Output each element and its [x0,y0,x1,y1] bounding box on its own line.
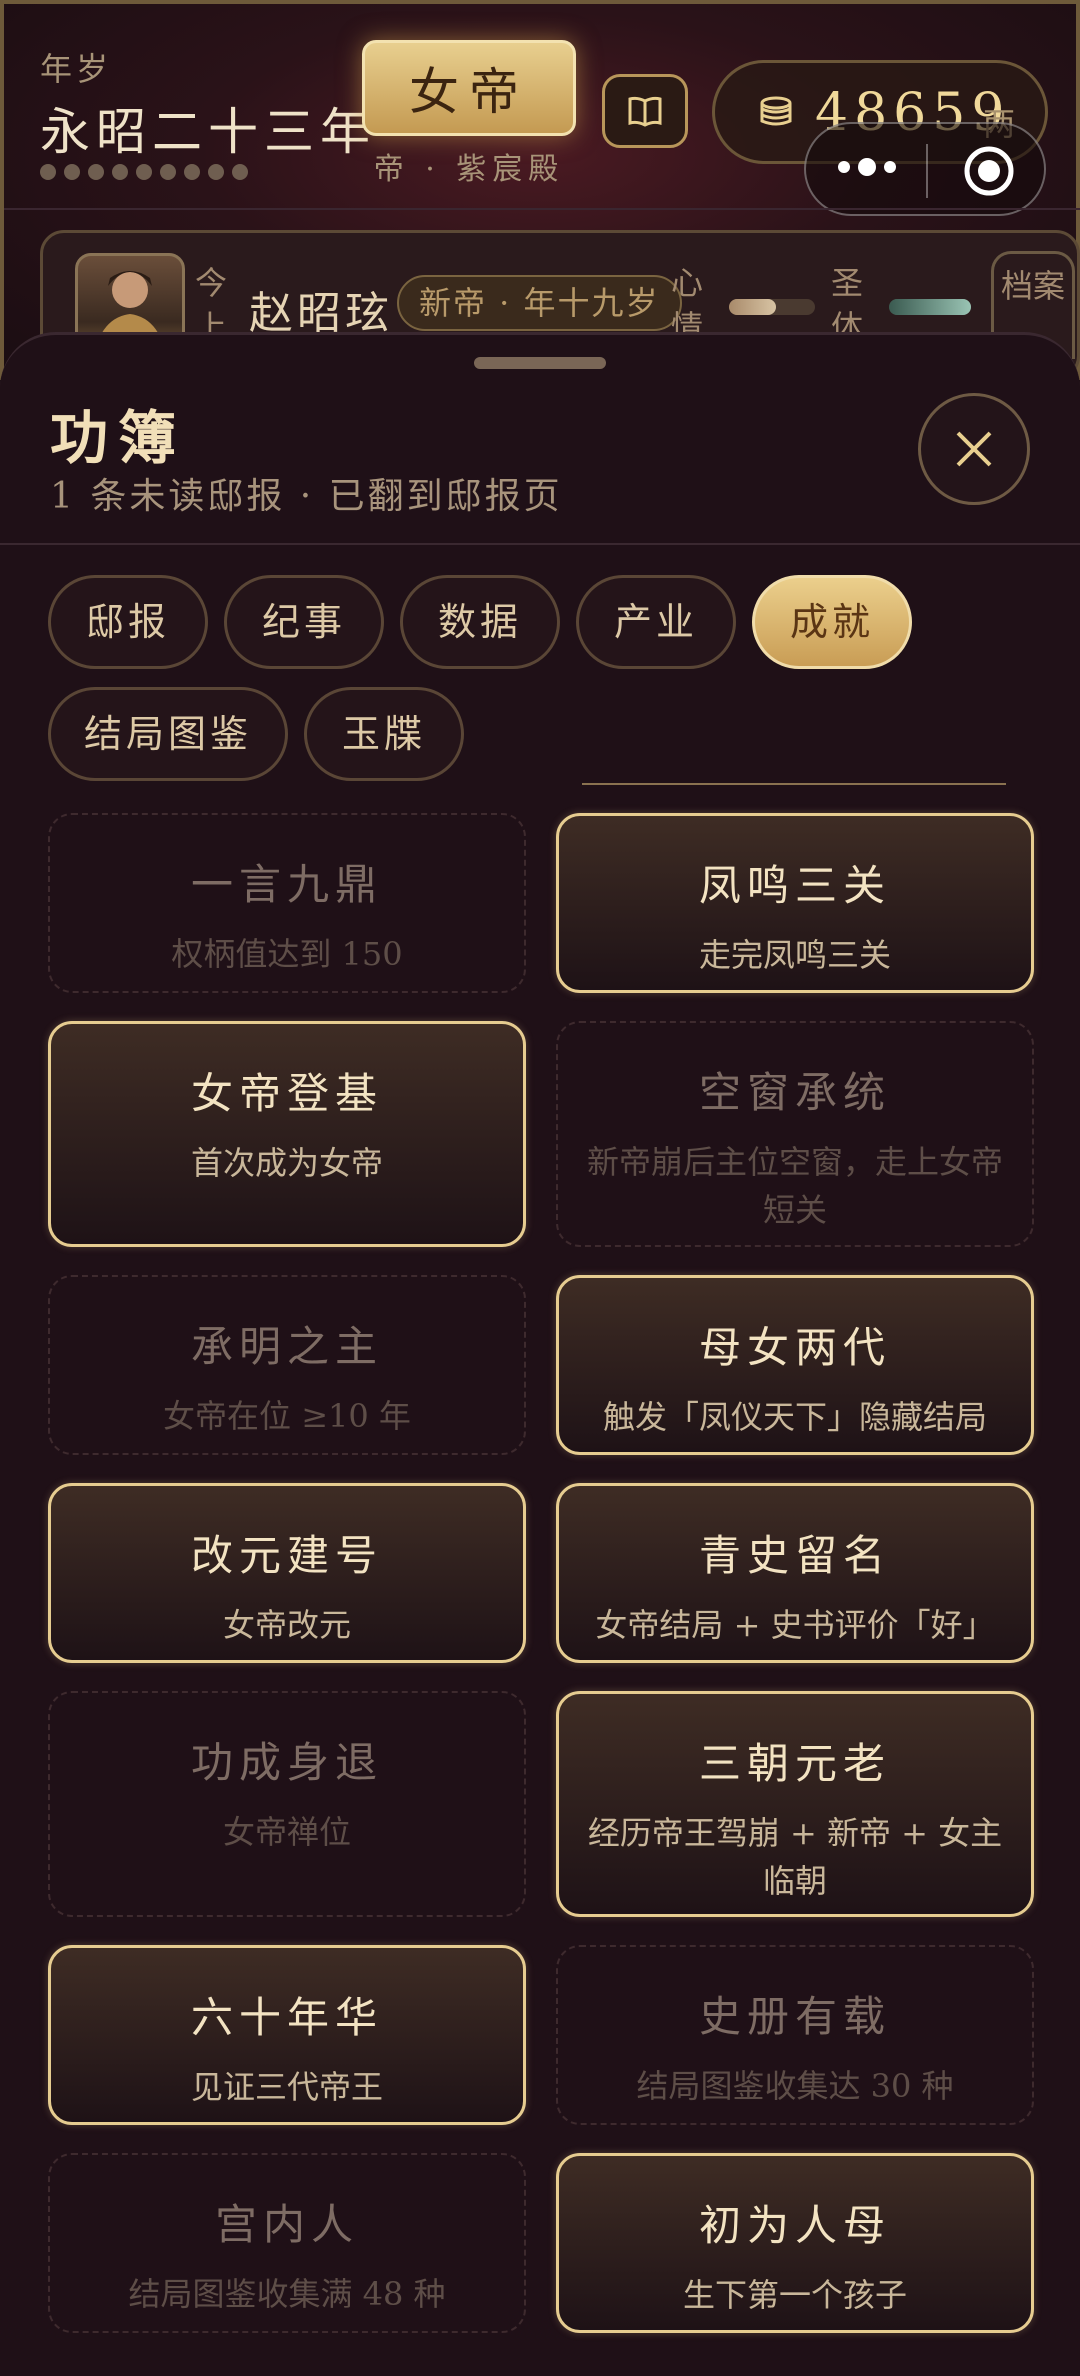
achievement-title: 空窗承统 [698,1068,891,1117]
tab-jishi[interactable]: 纪事 [224,575,384,669]
achievement-title: 史册有载 [698,1992,891,2041]
close-button[interactable] [918,393,1030,505]
health-bar [889,299,971,315]
title-badge[interactable]: 女帝 [362,40,576,136]
achievement-desc: 女帝结局 + 史书评价「好」 [595,1606,995,1644]
health-bar-fill [889,299,971,315]
sheet-subtitle: 1 条未读邸报 · 已翻到邸报页 [50,476,563,517]
tabs-underline [582,783,1006,785]
mood-bar [729,299,815,315]
tab-chengjiu[interactable]: 成就 [752,575,912,669]
miniprogram-capsule [804,122,1046,216]
capsule-divider [926,144,928,198]
tab-shuju[interactable]: 数据 [400,575,560,669]
achievement-card[interactable]: 功成身退 女帝禅位 [48,1691,526,1917]
dot [184,164,200,180]
achievement-card[interactable]: 改元建号 女帝改元 [48,1483,526,1663]
achievement-card[interactable]: 青史留名女帝结局 + 史书评价「好」 [556,1483,1034,1663]
title-subtitle: 帝 · 紫宸殿 [373,152,565,187]
achievement-title: 初为人母 [698,2201,891,2250]
achievement-title: 一言九鼎 [190,860,383,909]
hud-divider [4,208,1080,210]
achievement-card[interactable]: 宫内人结局图鉴收集满 48 种 [48,2153,526,2333]
achievement-card[interactable]: 母女两代触发「凤仪天下」隐藏结局 [556,1275,1034,1455]
achievement-title: 六十年华 [190,1993,383,2042]
coins-icon [760,96,792,126]
achievement-desc: 结局图鉴收集满 48 种 [128,2275,446,2313]
dot [40,164,56,180]
tab-jieju-tujian[interactable]: 结局图鉴 [48,687,288,781]
mood-bar-fill [729,299,777,315]
sheet-divider [0,543,1080,545]
achievement-title: 宫内人 [214,2200,359,2249]
dot [208,164,224,180]
achievement-desc: 触发「凤仪天下」隐藏结局 [602,1398,987,1436]
achievement-title: 功成身退 [190,1738,383,1787]
top-hud: 年岁 永昭二十三年 女帝 帝 · 紫宸殿 48659 两 [0,0,1080,380]
achievement-desc: 经历帝王驾崩 + 新帝 + 女主临朝 [587,1814,1003,1900]
target-icon[interactable] [962,144,1016,198]
achievement-card[interactable]: 女帝登基首次成为女帝 [48,1021,526,1247]
achievement-title: 改元建号 [190,1531,383,1580]
achievement-desc: 新帝崩后主位空窗，走上女帝短关 [586,1143,1003,1229]
achievement-desc: 见证三代帝王 [190,2068,383,2106]
more-icon[interactable] [838,158,896,176]
achievement-card[interactable]: 空窗承统新帝崩后主位空窗，走上女帝短关 [556,1021,1034,1247]
achievement-desc: 女帝改元 [222,1606,351,1644]
achievement-card[interactable]: 初为人母生下第一个孩子 [556,2153,1034,2333]
dot [136,164,152,180]
dot [232,164,248,180]
achievement-desc: 权柄值达到 150 [171,935,403,973]
achievement-title: 三朝元老 [698,1739,891,1788]
achievement-desc: 女帝在位 ≥10 年 [163,1397,411,1435]
achievement-card[interactable]: 承明之主女帝在位 ≥10 年 [48,1275,526,1455]
progress-dots [40,164,248,180]
achievement-card[interactable]: 一言九鼎权柄值达到 150 [48,813,526,993]
dot [64,164,80,180]
book-icon [628,96,662,127]
tab-chanye[interactable]: 产业 [576,575,736,669]
drag-handle[interactable] [474,357,606,369]
emperor-tag: 新帝 · 年十九岁 [397,275,682,331]
achievement-desc: 女帝禅位 [222,1813,351,1851]
dot [160,164,176,180]
achievement-sheet: 功簿 1 条未读邸报 · 已翻到邸报页 邸报 纪事 数据 产业 成就 结局图鉴 … [0,332,1080,2376]
achievement-card[interactable]: 六十年华见证三代帝王 [48,1945,526,2125]
era-name: 永昭二十三年 [40,103,376,161]
book-button[interactable] [602,74,688,148]
achievement-desc: 结局图鉴收集达 30 种 [636,2067,954,2105]
achievement-title: 承明之主 [190,1322,383,1371]
dot [88,164,104,180]
achievement-title: 青史留名 [698,1531,891,1580]
close-icon [956,431,992,467]
achievement-card[interactable]: 三朝元老经历帝王驾崩 + 新帝 + 女主临朝 [556,1691,1034,1917]
achievement-title: 母女两代 [698,1323,891,1372]
achievement-desc: 走完凤鸣三关 [698,936,891,974]
achievement-title: 女帝登基 [190,1069,383,1118]
dot [112,164,128,180]
tab-dibao[interactable]: 邸报 [48,575,208,669]
achievement-desc: 首次成为女帝 [190,1144,383,1182]
sheet-title: 功簿 [50,404,187,472]
achievement-desc: 生下第一个孩子 [682,2276,907,2314]
achievement-title: 凤鸣三关 [698,861,891,910]
achievement-card[interactable]: 史册有载结局图鉴收集达 30 种 [556,1945,1034,2125]
achievement-card[interactable]: 凤鸣三关走完凤鸣三关 [556,813,1034,993]
era-label: 年岁 [40,50,113,88]
tab-yudie[interactable]: 玉牒 [304,687,464,781]
